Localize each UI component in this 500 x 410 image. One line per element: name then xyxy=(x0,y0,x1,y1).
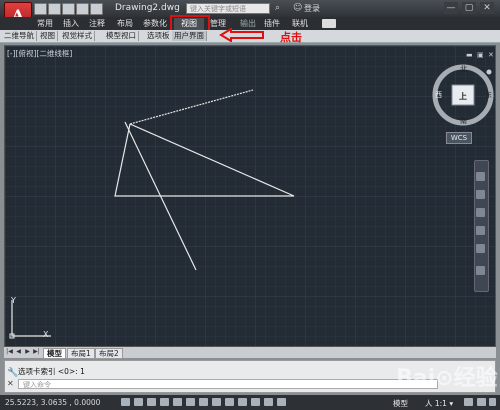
ribbon-toggle-icon[interactable] xyxy=(322,19,336,28)
viewcube-east-label[interactable]: 东 xyxy=(485,90,492,100)
minimize-button[interactable]: — xyxy=(444,2,458,14)
quick-properties-icon[interactable] xyxy=(264,398,273,406)
transparency-icon[interactable] xyxy=(251,398,260,406)
zoom-icon[interactable] xyxy=(476,208,485,217)
tab-next-icon[interactable]: ▶ xyxy=(24,348,31,356)
user-icon[interactable]: ☺ xyxy=(293,3,302,13)
search-icon[interactable]: ⌕ xyxy=(275,3,284,13)
login-button[interactable]: 登录 xyxy=(304,3,320,14)
tab-first-icon[interactable]: |◀ xyxy=(6,348,13,356)
tab-insert[interactable]: 插入 xyxy=(60,18,82,30)
viewcube-south-label[interactable]: 南 xyxy=(460,116,467,126)
redo-icon[interactable] xyxy=(90,3,103,15)
viewcube-west-label[interactable]: 西 xyxy=(435,90,442,100)
layout-tab-layout1[interactable]: 布局1 xyxy=(67,348,95,359)
otrack-icon[interactable] xyxy=(199,398,208,406)
viewport-minimize-icon[interactable]: ▬ xyxy=(466,51,474,59)
nav-bar-menu-icon[interactable] xyxy=(476,266,485,275)
orbit-icon[interactable] xyxy=(476,226,485,235)
pan-icon[interactable] xyxy=(476,190,485,199)
maximize-button[interactable]: ▢ xyxy=(462,2,476,14)
viewcube-top-face[interactable]: 上 xyxy=(459,91,467,102)
lock-icon[interactable] xyxy=(477,398,486,406)
new-file-icon[interactable] xyxy=(34,3,47,15)
panel-views[interactable]: 视图 xyxy=(38,31,58,41)
ducs-icon[interactable] xyxy=(212,398,221,406)
wrench-icon[interactable]: 🔧 xyxy=(7,368,18,378)
tab-annotate[interactable]: 注释 xyxy=(86,18,108,30)
drawing-grid xyxy=(5,46,495,346)
viewport-close-icon[interactable]: ✕ xyxy=(488,51,496,59)
coordinate-readout[interactable]: 25.5223, 3.0635 , 0.0000 xyxy=(5,398,100,407)
snap-icon[interactable] xyxy=(121,398,130,406)
ucs-y-label: Y xyxy=(11,296,16,305)
viewcube-north-label[interactable]: 北 xyxy=(460,64,467,74)
annotation-scale-menu[interactable]: 人 1:1 ▾ xyxy=(425,398,453,409)
steering-wheel-icon[interactable] xyxy=(476,172,485,181)
dyn-icon[interactable] xyxy=(225,398,234,406)
search-input[interactable]: 键入关键字或短语 xyxy=(186,3,270,14)
grid-icon[interactable] xyxy=(134,398,143,406)
panel-user-interface[interactable]: 用户界面 xyxy=(172,31,207,41)
layout-tab-model[interactable]: 模型 xyxy=(43,348,66,359)
layout-tab-layout2[interactable]: 布局2 xyxy=(95,348,123,359)
close-icon[interactable]: ✕ xyxy=(7,379,14,388)
ortho-icon[interactable] xyxy=(147,398,156,406)
save-icon[interactable] xyxy=(62,3,75,15)
panel-visual-styles[interactable]: 视觉样式 xyxy=(60,31,95,41)
watermark: Bai⊙经验 xyxy=(396,366,498,391)
status-menu-icon[interactable] xyxy=(489,398,496,406)
3d-osnap-icon[interactable] xyxy=(186,398,195,406)
tab-prev-icon[interactable]: ◀ xyxy=(15,348,22,356)
polar-icon[interactable] xyxy=(160,398,169,406)
command-input[interactable]: 键入命令 xyxy=(18,379,438,389)
panel-model-viewports[interactable]: 模型视口 xyxy=(104,31,139,41)
panel-palettes[interactable]: 选项板 xyxy=(145,31,173,41)
close-button[interactable]: ✕ xyxy=(480,2,494,14)
selection-cycling-icon[interactable] xyxy=(277,398,286,406)
showmotion-icon[interactable] xyxy=(476,244,485,253)
lineweight-icon[interactable] xyxy=(238,398,247,406)
viewport-restore-icon[interactable]: ▣ xyxy=(477,51,485,59)
workspace-icon[interactable] xyxy=(464,398,473,406)
tab-parametric[interactable]: 参数化 xyxy=(140,18,170,30)
document-title: Drawing2.dwg xyxy=(115,3,180,13)
undo-icon[interactable] xyxy=(76,3,89,15)
osnap-icon[interactable] xyxy=(173,398,182,406)
panel-2d-navigation[interactable]: 二维导航 xyxy=(2,31,37,41)
tab-last-icon[interactable]: ▶| xyxy=(33,348,40,356)
tab-home[interactable]: 常用 xyxy=(34,18,56,30)
wcs-menu-button[interactable]: WCS xyxy=(446,132,472,144)
viewport-controls-label[interactable]: [-][俯视][二维线框] xyxy=(7,48,72,59)
ucs-x-label: X xyxy=(43,330,49,339)
annotation-arrow-icon xyxy=(219,28,264,42)
tab-layout[interactable]: 布局 xyxy=(114,18,136,30)
open-file-icon[interactable] xyxy=(48,3,61,15)
model-space-toggle[interactable]: 模型 xyxy=(393,398,408,409)
command-history: 选项卡索引 <0>: 1 xyxy=(18,367,85,376)
annotation-text: 点击 xyxy=(280,31,302,44)
